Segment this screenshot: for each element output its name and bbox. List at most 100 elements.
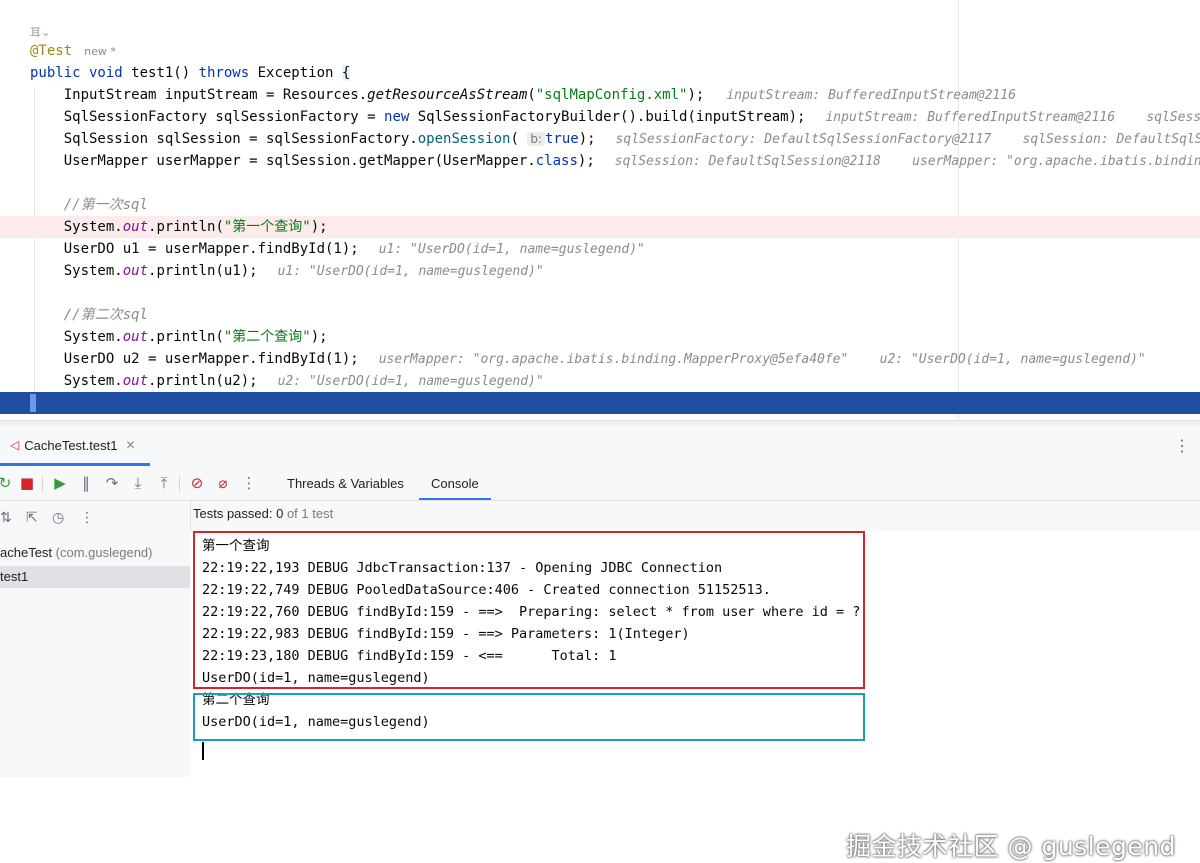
tab-console[interactable]: Console <box>419 468 491 500</box>
code-text: System. <box>30 219 123 235</box>
code-text: System. <box>30 373 123 389</box>
step-into-icon[interactable]: ⤓ <box>129 474 147 492</box>
code-line-open-session[interactable]: SqlSession sqlSession = sqlSessionFactor… <box>0 128 1200 150</box>
code-editor[interactable]: ⽿⌄ @Test new * public void test1() throws… <box>0 0 1200 420</box>
open-brace: { <box>341 65 351 81</box>
code-text: SqlSessionFactory sqlSessionFactory = <box>30 109 385 125</box>
text-cursor <box>202 742 204 760</box>
code-text: UserDO u2 = userMapper.findById(1); <box>30 351 359 367</box>
tests-status: Tests passed: 0 of 1 test <box>193 506 333 521</box>
code-text: .println(u1); <box>148 263 258 279</box>
code-text: System. <box>30 329 123 345</box>
static-field: out <box>122 329 149 345</box>
comment-line[interactable]: //第二次sql <box>0 304 1200 326</box>
active-tab-indicator <box>0 463 150 466</box>
code-text: .println( <box>148 329 224 345</box>
inline-debug-value: userMapper: "org.apache.ibatis.binding.M… <box>378 352 1146 367</box>
more-actions-icon[interactable]: ⋮ <box>240 474 258 492</box>
static-field: out <box>122 373 149 389</box>
stop-icon[interactable]: ■ <box>18 474 36 492</box>
static-field: out <box>122 219 149 235</box>
method-signature-line[interactable]: public void test1() throws Exception { <box>0 62 1200 84</box>
keyword-new: new <box>384 109 410 125</box>
code-line-print-u2[interactable]: System.out.println(u2); u2: "UserDO(id=1,… <box>0 370 1200 392</box>
collapse-icon[interactable]: ⇱ <box>26 510 38 526</box>
tests-total-label: of 1 test <box>283 506 334 521</box>
breakpoint-line[interactable]: System.out.println("第一个查询"); <box>0 216 1200 238</box>
test-annotation: @Test <box>30 43 73 59</box>
code-line-find-u2[interactable]: UserDO u2 = userMapper.findById(1); userM… <box>0 348 1200 370</box>
keyword: public void <box>30 65 123 81</box>
closing-brace-highlight <box>30 394 36 412</box>
code-text: System. <box>30 263 123 279</box>
static-field: out <box>122 263 149 279</box>
inline-debug-value: sqlSessionFactory: DefaultSqlSessionFact… <box>615 132 1200 147</box>
tree-item-test-method[interactable]: test1 <box>0 566 190 588</box>
pause-icon[interactable]: ‖ <box>77 474 95 492</box>
code-line-print-u1[interactable]: System.out.println(u1); u1: "UserDO(id=1,… <box>0 260 1200 282</box>
code-text: ); <box>310 329 328 345</box>
inline-debug-value: u1: "UserDO(id=1, name=guslegend)" <box>277 264 544 279</box>
exception-type: Exception <box>249 65 342 81</box>
debug-session-tabs: ◁ CacheTest.test1 ✕ ⋮ <box>0 426 1200 466</box>
more-options-icon[interactable]: ⋮ <box>1174 436 1190 456</box>
tree-item-test-class[interactable]: acheTest (com.guslegend) <box>0 542 190 564</box>
step-over-icon[interactable]: ↷ <box>103 474 121 492</box>
debug-toolbar: ↻ ■ ▶ ‖ ↷ ⤓ ⤒ ⊘ ⌀ ⋮ Threads & Variables … <box>0 468 1200 501</box>
code-text: ); <box>577 153 595 169</box>
code-text: ( <box>527 87 536 103</box>
inline-debug-value: u1: "UserDO(id=1, name=guslegend)" <box>378 242 645 257</box>
debug-session-tab[interactable]: ◁ CacheTest.test1 ✕ <box>0 426 136 464</box>
code-text: InputStream inputStream = Resources. <box>30 87 368 103</box>
package-name: (com.guslegend) <box>52 545 153 560</box>
comment-line[interactable]: //第一次sql <box>0 194 1200 216</box>
inline-debug-value: inputStream: BufferedInputStream@2116 <box>726 88 1016 103</box>
comment: //第一次sql <box>30 197 148 213</box>
string-literal: "第一个查询" <box>223 219 311 235</box>
code-vision-icon[interactable]: ⽿⌄ <box>30 24 50 40</box>
code-line-get-mapper[interactable]: UserMapper userMapper = sqlSession.getMa… <box>0 150 1200 172</box>
comment: //第二次sql <box>30 307 148 323</box>
history-icon[interactable]: ◷ <box>52 510 64 526</box>
annotation-line[interactable]: @Test new * <box>0 40 1200 62</box>
code-line-input-stream[interactable]: InputStream inputStream = Resources.getR… <box>0 84 1200 106</box>
more-options-icon[interactable]: ⋮ <box>80 510 94 526</box>
sort-icon[interactable]: ⇅ <box>0 510 12 526</box>
keyword-throws: throws <box>198 65 250 81</box>
code-text: ); <box>687 87 705 103</box>
view-breakpoints-icon[interactable]: ⊘ <box>188 474 206 492</box>
code-text: SqlSession sqlSession = sqlSessionFactor… <box>30 131 418 147</box>
code-text: UserMapper userMapper = sqlSession.getMa… <box>30 153 536 169</box>
code-text: ); <box>578 131 596 147</box>
inline-debug-value: u2: "UserDO(id=1, name=guslegend)" <box>277 374 544 389</box>
usage-hint[interactable]: new * <box>84 45 116 58</box>
session-tab-label: CacheTest.test1 <box>24 437 118 453</box>
code-line-print-second[interactable]: System.out.println("第二个查询"); <box>0 326 1200 348</box>
current-execution-line[interactable] <box>0 392 1200 414</box>
toolbar-divider <box>179 476 180 492</box>
test-class-name: acheTest <box>0 545 53 560</box>
code-text: SqlSessionFactoryBuilder().build(inputSt… <box>409 109 806 125</box>
inline-debug-value: sqlSession: DefaultSqlSession@2118 userM… <box>614 154 1200 169</box>
string-literal: "第二个查询" <box>223 329 311 345</box>
mute-breakpoints-icon[interactable]: ⌀ <box>214 474 232 492</box>
step-out-icon[interactable]: ⤒ <box>155 474 173 492</box>
parameter-hint: b: <box>527 132 545 146</box>
rerun-icon[interactable]: ↻ <box>0 474 14 492</box>
close-icon[interactable]: ✕ <box>125 438 135 452</box>
code-line-session-factory[interactable]: SqlSessionFactory sqlSessionFactory = ne… <box>0 106 1200 128</box>
first-query-highlight-box <box>193 531 865 689</box>
resume-icon[interactable]: ▶ <box>51 474 69 492</box>
test-method-name: test1 <box>0 569 29 584</box>
debug-tool-window: ◁ CacheTest.test1 ✕ ⋮ ↻ ■ ▶ ‖ ↷ ⤓ ⤒ ⊘ ⌀ … <box>0 426 1200 861</box>
static-method: getResourceAsStream <box>367 87 528 103</box>
code-text: .println( <box>148 219 224 235</box>
code-line-find-u1[interactable]: UserDO u1 = userMapper.findById(1); u1: "… <box>0 238 1200 260</box>
method-name: test1() <box>122 65 199 81</box>
code-text: .println(u2); <box>148 373 258 389</box>
second-query-highlight-box <box>193 693 865 741</box>
tab-threads-variables[interactable]: Threads & Variables <box>275 468 416 500</box>
string-literal: "sqlMapConfig.xml" <box>535 87 688 103</box>
tests-passed-label: Tests passed: 0 <box>193 506 284 521</box>
console-output[interactable]: 第一个查询 22:19:22,193 DEBUG JdbcTransaction… <box>190 531 1200 861</box>
